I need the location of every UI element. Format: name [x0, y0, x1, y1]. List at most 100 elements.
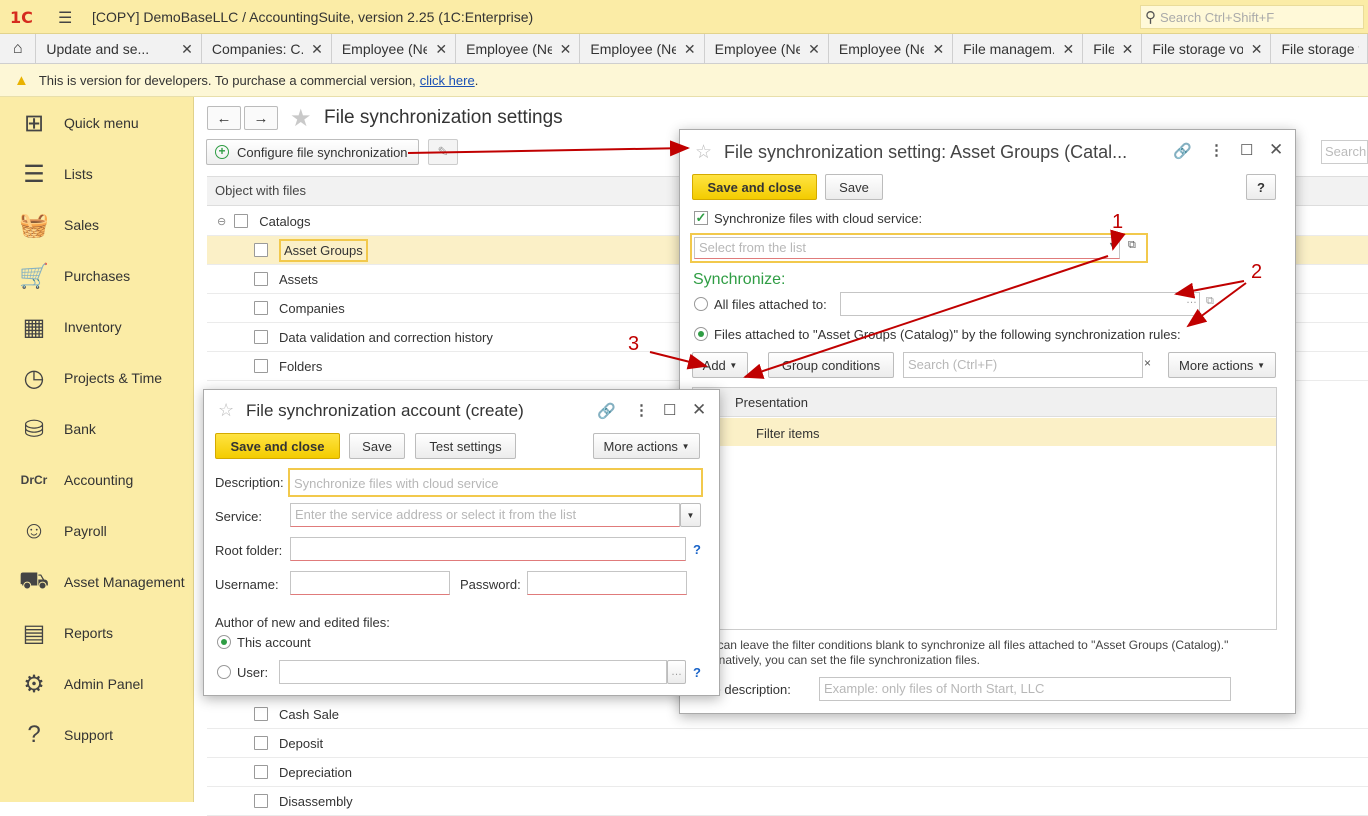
account-save-button[interactable]: Save [349, 433, 405, 459]
rule-description-input[interactable]: Example: only files of North Start, LLC [819, 677, 1231, 701]
edit-button[interactable]: ✎ [428, 139, 458, 165]
open-icon[interactable]: ⧉ [1128, 239, 1136, 252]
test-settings-button[interactable]: Test settings [415, 433, 516, 459]
clear-icon[interactable]: × [1144, 356, 1151, 370]
tab-3[interactable]: Employee (New) ✕ [456, 34, 581, 64]
open-icon[interactable]: ⧉ [1206, 295, 1214, 308]
service-dropdown-button[interactable]: ▼ [680, 503, 701, 527]
favorite-star-icon[interactable]: ★ [290, 104, 312, 133]
tab-close-icon[interactable]: ✕ [560, 41, 572, 58]
user-help-icon[interactable]: ? [693, 665, 701, 680]
username-input[interactable] [290, 571, 450, 595]
tab-close-icon[interactable]: ✕ [1122, 41, 1134, 58]
maximize-icon[interactable]: ☐ [663, 401, 676, 419]
link-icon[interactable]: 🔗 [1173, 142, 1192, 160]
home-tab[interactable]: ⌂ [0, 34, 37, 64]
collapse-icon[interactable]: ⊖ [217, 215, 226, 228]
sidebar-item-sales[interactable]: 🧺 Sales [0, 205, 194, 245]
user-input[interactable] [279, 660, 667, 684]
tab-close-icon[interactable]: ✕ [808, 41, 820, 58]
account-more-actions-button[interactable]: More actions ▼ [593, 433, 700, 459]
sidebar-item-accounting[interactable]: DrCr Accounting [0, 460, 194, 500]
maximize-icon[interactable]: ☐ [1240, 141, 1253, 159]
forward-button[interactable]: → [244, 106, 278, 130]
favorite-star-icon[interactable]: ☆ [695, 141, 712, 164]
table-row[interactable]: Depreciation [207, 758, 1368, 787]
service-input[interactable]: Enter the service address or select it f… [290, 503, 680, 527]
account-select-field[interactable]: Select from the list [694, 237, 1120, 259]
rules-radio[interactable] [694, 327, 708, 341]
tab-5[interactable]: Employee (New) ✕ [705, 34, 829, 64]
user-radio[interactable] [217, 665, 231, 679]
sidebar-item-payroll[interactable]: ☺ Payroll [0, 511, 194, 551]
tab-close-icon[interactable]: ✕ [435, 41, 447, 58]
tab-close-icon[interactable]: ✕ [932, 41, 944, 58]
tab-close-icon[interactable]: ✕ [311, 41, 323, 58]
account-save-close-button[interactable]: Save and close [215, 433, 340, 459]
group-conditions-button[interactable]: Group conditions [768, 352, 894, 378]
rules-more-actions-button[interactable]: More actions ▼ [1168, 352, 1276, 378]
add-rule-button[interactable]: Add ▼ [692, 352, 748, 378]
row-checkbox[interactable] [254, 272, 268, 286]
all-files-radio[interactable] [694, 297, 708, 311]
sidebar-item-lists[interactable]: ☰ Lists [0, 154, 194, 194]
tab-1[interactable]: Companies: C... ✕ [202, 34, 332, 64]
setting-help-button[interactable]: ? [1246, 174, 1276, 200]
column-presentation[interactable]: Presentation [735, 395, 808, 410]
configure-file-sync-button[interactable]: + Configure file synchronization [206, 139, 419, 165]
tab-6[interactable]: Employee (New) ✕ [829, 34, 954, 64]
close-icon[interactable]: ✕ [692, 400, 706, 420]
row-checkbox[interactable] [254, 794, 268, 808]
global-search-input[interactable]: ⚲ Search Ctrl+Shift+F [1140, 5, 1364, 29]
rules-search-input[interactable]: Search (Ctrl+F) [903, 352, 1143, 378]
tab-7[interactable]: File managem... ✕ [953, 34, 1084, 64]
row-checkbox[interactable] [254, 359, 268, 373]
row-checkbox[interactable] [254, 330, 268, 344]
dropdown-icon[interactable]: ▼ [1108, 240, 1117, 250]
row-checkbox[interactable] [254, 301, 268, 315]
table-row[interactable]: Deposit [207, 729, 1368, 758]
password-input[interactable] [527, 571, 687, 595]
sidebar-item-inventory[interactable]: ▦ Inventory [0, 307, 194, 347]
hamburger-menu-icon[interactable]: ☰ [58, 8, 72, 28]
tab-10[interactable]: File storage v [1271, 34, 1368, 64]
ellipsis-icon[interactable]: … [1186, 294, 1197, 306]
main-search-input[interactable]: Search [1321, 140, 1368, 164]
row-checkbox[interactable] [254, 765, 268, 779]
sidebar-item-projects-time[interactable]: ◷ Projects & Time [0, 358, 194, 398]
row-checkbox[interactable] [254, 707, 268, 721]
sync-checkbox[interactable]: ✓ [694, 211, 708, 225]
tab-0[interactable]: Update and se... ✕ [36, 34, 202, 64]
sidebar-item-admin-panel[interactable]: ⚙ Admin Panel [0, 664, 194, 704]
link-icon[interactable]: 🔗 [597, 402, 616, 420]
setting-save-close-button[interactable]: Save and close [692, 174, 817, 200]
more-vertical-icon[interactable]: ⋮ [1209, 141, 1224, 159]
user-select-button[interactable]: … [667, 660, 686, 684]
back-button[interactable]: ← [207, 106, 241, 130]
sidebar-item-bank[interactable]: ⛁ Bank [0, 409, 194, 449]
all-files-field[interactable] [840, 292, 1200, 316]
description-input[interactable]: Synchronize files with cloud service [288, 468, 703, 497]
this-account-radio[interactable] [217, 635, 231, 649]
favorite-star-icon[interactable]: ☆ [218, 400, 234, 421]
sidebar-item-support[interactable]: ? Support [0, 715, 194, 755]
row-checkbox[interactable] [234, 214, 249, 228]
tab-close-icon[interactable]: ✕ [181, 41, 193, 58]
more-vertical-icon[interactable]: ⋮ [634, 401, 649, 419]
sidebar-item-purchases[interactable]: 🛒 Purchases [0, 256, 194, 296]
close-icon[interactable]: ✕ [1269, 140, 1283, 160]
tab-9[interactable]: File storage vol... ✕ [1142, 34, 1272, 64]
sidebar-item-asset-management[interactable]: ⛟ Asset Management [0, 562, 194, 602]
row-checkbox[interactable] [254, 736, 268, 750]
sidebar-item-reports[interactable]: ▤ Reports [0, 613, 194, 653]
root-folder-input[interactable] [290, 537, 686, 561]
1c-logo[interactable]: 1С [10, 8, 33, 27]
row-checkbox[interactable] [254, 243, 268, 257]
setting-save-button[interactable]: Save [825, 174, 883, 200]
tab-close-icon[interactable]: ✕ [1062, 41, 1074, 58]
tab-4[interactable]: Employee (New) ✕ [580, 34, 705, 64]
tab-2[interactable]: Employee (New) ✕ [332, 34, 457, 64]
tab-close-icon[interactable]: ✕ [1251, 41, 1263, 58]
tab-8[interactable]: Files ✕ [1083, 34, 1143, 64]
banner-link[interactable]: click here [420, 73, 475, 88]
